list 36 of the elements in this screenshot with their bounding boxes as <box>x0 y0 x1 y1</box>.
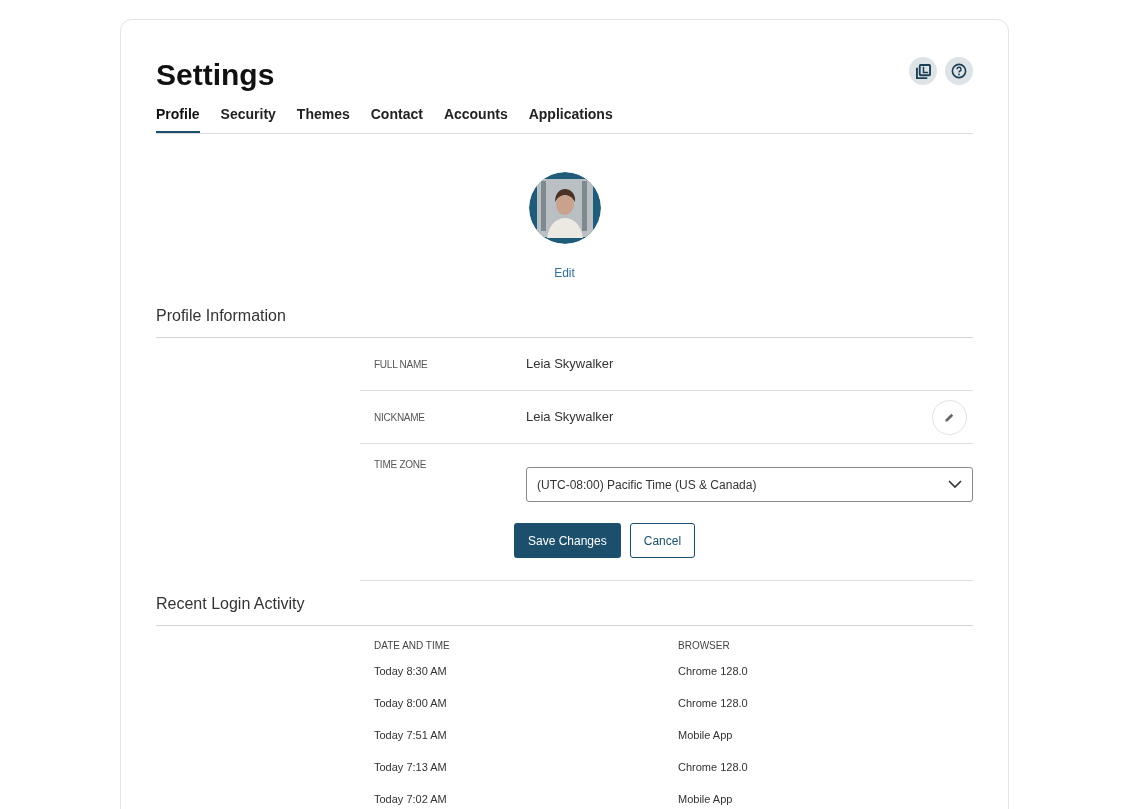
table-cell-text: Today 7:51 AM <box>374 727 448 743</box>
page-title: Settings <box>156 57 275 93</box>
help-button[interactable] <box>945 57 973 85</box>
field-label: NICKNAME <box>374 410 426 425</box>
pencil-icon <box>944 411 955 423</box>
table-cell-text: Today 7:13 AM <box>374 759 448 775</box>
layers-button[interactable] <box>909 57 937 85</box>
section-title: Profile Information <box>156 304 973 338</box>
edit-link[interactable]: Edit <box>554 264 575 282</box>
table-cell-text: Today 7:02 AM <box>374 791 448 807</box>
save-button[interactable]: Save Changes <box>514 523 621 558</box>
section-title: Recent Login Activity <box>156 592 973 626</box>
column-header: BROWSER <box>678 638 730 653</box>
tab[interactable]: Accounts <box>443 104 508 133</box>
table-cell-text: Today 8:30 AM <box>374 663 448 679</box>
copy-icon <box>915 63 931 79</box>
tab[interactable]: Contact <box>370 104 423 133</box>
tab[interactable]: Themes <box>296 104 350 133</box>
chevron-down-icon <box>948 480 962 489</box>
field-value: Leia Skywalker <box>526 355 615 374</box>
cancel-button[interactable]: Cancel <box>629 523 696 558</box>
table-cell-text: Mobile App <box>678 791 733 807</box>
field-value: Leia Skywalker <box>526 408 615 427</box>
field-label: TIME ZONE <box>374 458 428 472</box>
table-cell-text: Chrome 128.0 <box>678 759 748 775</box>
table-cell-text: Mobile App <box>678 727 733 743</box>
tab[interactable]: Profile <box>156 104 200 133</box>
time-zone-select[interactable]: (UTC-08:00) Pacific Time (US & Canada) <box>526 467 973 502</box>
tab[interactable]: Security <box>220 104 276 133</box>
tab[interactable]: Applications <box>528 104 613 133</box>
table-cell-text: Chrome 128.0 <box>678 695 748 711</box>
field-label: FULL NAME <box>374 357 429 372</box>
table-cell-text: Today 8:00 AM <box>374 695 448 711</box>
column-header: DATE AND TIME <box>374 638 451 653</box>
help-icon <box>951 63 967 79</box>
table-cell-text: Chrome 128.0 <box>678 663 748 679</box>
